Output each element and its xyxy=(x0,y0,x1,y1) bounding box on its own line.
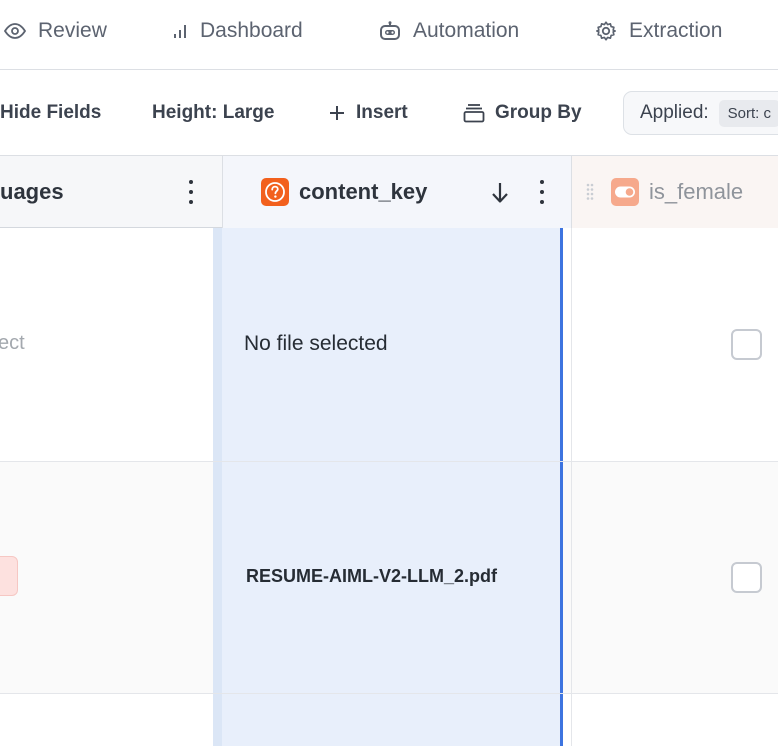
hide-fields-label: Hide Fields xyxy=(0,102,102,123)
grid-body: ect No file selected RESUME-AIML-V2-LLM_… xyxy=(0,228,778,746)
column-header-label: uages xyxy=(0,179,64,204)
applied-sort-chip[interactable]: Sort: c xyxy=(718,99,778,127)
applied-label: Applied: xyxy=(640,102,709,123)
column-header-label: is_female xyxy=(649,179,744,204)
hide-fields-button[interactable]: Hide Fields xyxy=(0,71,101,155)
selected-column-highlight xyxy=(222,228,562,746)
tab-review[interactable]: Review xyxy=(4,0,107,62)
toggle-type-icon xyxy=(611,178,639,206)
row-divider xyxy=(0,693,778,694)
tab-dashboard[interactable]: Dashboard xyxy=(172,0,303,62)
column-header-content-key[interactable]: content_key xyxy=(222,156,572,228)
group-icon xyxy=(463,104,485,123)
insert-label: Insert xyxy=(356,102,408,123)
insert-button[interactable]: Insert xyxy=(328,71,408,155)
tab-label: Dashboard xyxy=(200,19,303,42)
top-nav: Review Dashboard Automation Extraction xyxy=(0,0,778,70)
row-height-label: Height: Large xyxy=(152,102,275,123)
selection-edge xyxy=(560,228,563,746)
tab-automation[interactable]: Automation xyxy=(379,0,519,62)
gear-icon xyxy=(596,21,616,41)
tab-extraction[interactable]: Extraction xyxy=(595,0,722,62)
question-type-icon xyxy=(261,178,289,206)
is-female-checkbox[interactable] xyxy=(731,329,762,360)
column-menu-icon[interactable] xyxy=(539,180,545,204)
content-key-cell[interactable]: No file selected xyxy=(244,332,388,356)
languages-cell[interactable]: ect xyxy=(0,332,25,355)
tab-label: Review xyxy=(38,19,107,42)
tab-label: Automation xyxy=(413,19,520,42)
grid-header: uages content_key is_female xyxy=(0,155,778,228)
is-female-checkbox[interactable] xyxy=(731,562,762,593)
column-header-is-female[interactable]: is_female xyxy=(572,156,778,228)
languages-tag[interactable] xyxy=(0,556,18,596)
column-header-label: content_key xyxy=(299,179,428,204)
grid-toolbar: Hide Fields Height: Large Insert Group B… xyxy=(0,71,778,155)
robot-icon xyxy=(380,21,400,40)
content-key-cell[interactable]: RESUME-AIML-V2-LLM_2.pdf xyxy=(246,566,497,587)
row-height-button[interactable]: Height: Large xyxy=(152,71,274,155)
group-by-button[interactable]: Group By xyxy=(463,71,582,155)
applied-filters[interactable]: Applied: Sort: c xyxy=(623,91,778,135)
sort-descending-icon[interactable] xyxy=(491,182,509,204)
tab-label: Extraction xyxy=(629,19,723,42)
column-divider xyxy=(571,228,572,746)
eye-icon xyxy=(4,23,26,39)
drag-handle-icon[interactable] xyxy=(586,183,594,201)
column-menu-icon[interactable] xyxy=(188,180,194,204)
group-by-label: Group By xyxy=(495,102,582,123)
row-divider xyxy=(0,461,778,462)
column-header-languages[interactable]: uages xyxy=(0,156,64,228)
bar-chart-icon xyxy=(174,25,186,38)
plus-icon xyxy=(330,106,344,120)
